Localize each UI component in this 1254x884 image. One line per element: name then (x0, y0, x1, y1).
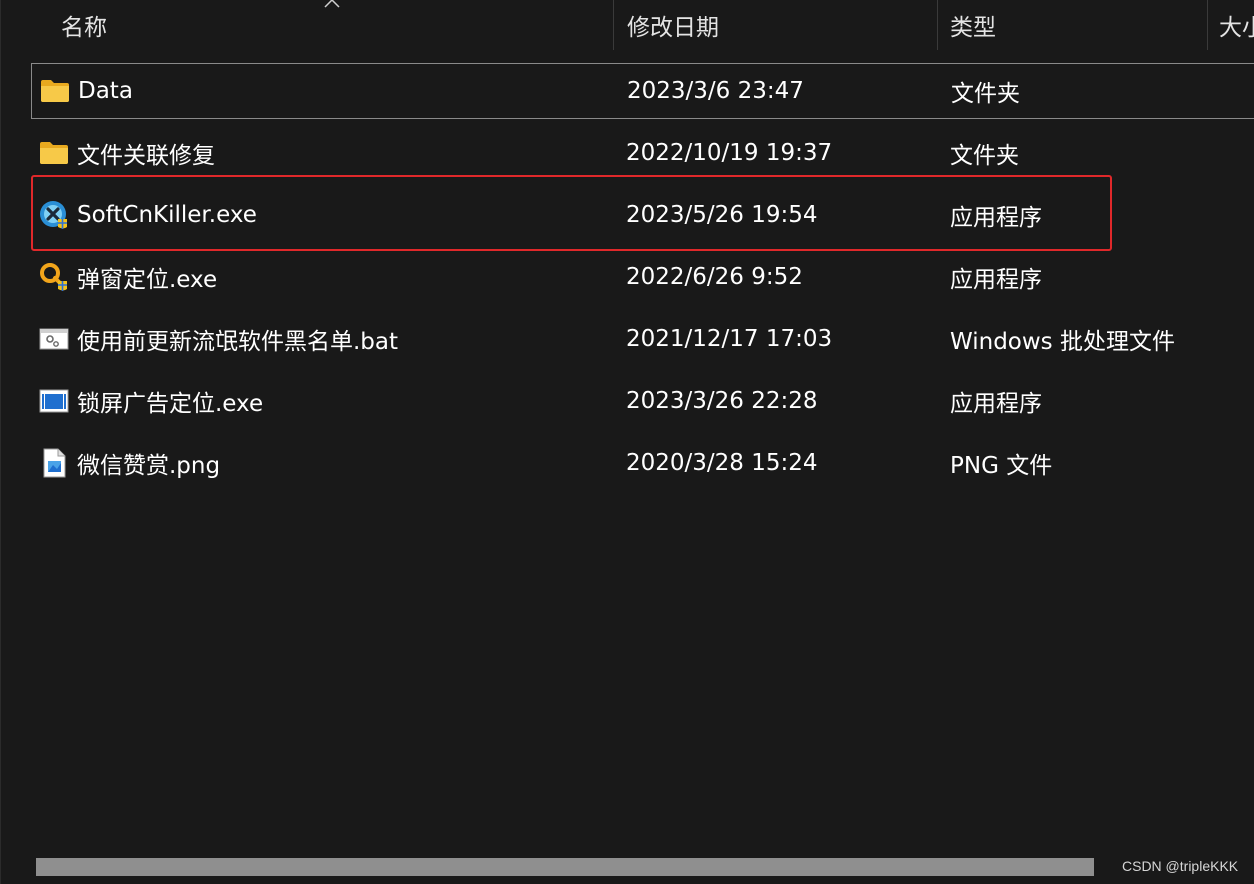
file-row-wechat-png[interactable]: 微信赞赏.png 2020/3/28 15:24 PNG 文件 (31, 435, 1254, 491)
file-name: 微信赞赏.png (77, 453, 221, 479)
file-row-data[interactable]: Data 2023/3/6 23:47 文件夹 (31, 63, 1254, 119)
folder-icon (40, 76, 70, 106)
softcnkiller-app-icon (39, 200, 69, 230)
file-type: PNG 文件 (950, 453, 1053, 479)
column-header-type[interactable]: 类型 (937, 0, 1207, 50)
column-header-name[interactable]: 名称 (1, 0, 613, 50)
file-modified-date: 2022/10/19 19:37 (626, 140, 833, 166)
file-explorer-window: 名称 修改日期 类型 大小 Data 2023/3/6 23:47 文件夹 (0, 0, 1254, 884)
file-row-softcnkiller[interactable]: SoftCnKiller.exe 2023/5/26 19:54 应用程序 (31, 187, 1254, 243)
file-name: SoftCnKiller.exe (77, 202, 257, 228)
file-name: Data (78, 78, 133, 104)
file-row-folder-repair[interactable]: 文件关联修复 2022/10/19 19:37 文件夹 (31, 125, 1254, 181)
file-modified-date: 2023/3/26 22:28 (626, 388, 818, 414)
file-modified-date: 2020/3/28 15:24 (626, 450, 818, 476)
file-name: 锁屏广告定位.exe (77, 391, 264, 417)
window-app-icon (39, 386, 69, 416)
file-row-update-blacklist-bat[interactable]: 使用前更新流氓软件黑名单.bat 2021/12/17 17:03 Window… (31, 311, 1254, 367)
file-name: 使用前更新流氓软件黑名单.bat (77, 329, 399, 355)
batch-file-icon (39, 324, 69, 354)
popup-locator-app-icon (39, 262, 69, 292)
file-name: 弹窗定位.exe (77, 267, 218, 293)
file-modified-date: 2023/5/26 19:54 (626, 202, 818, 228)
column-header-modified[interactable]: 修改日期 (613, 0, 937, 50)
folder-icon (39, 138, 69, 168)
file-modified-date: 2021/12/17 17:03 (626, 326, 833, 352)
png-file-icon (39, 448, 69, 478)
file-modified-date: 2023/3/6 23:47 (627, 78, 804, 104)
file-type: 文件夹 (951, 81, 1020, 107)
file-type: Windows 批处理文件 (950, 329, 1175, 355)
horizontal-scrollbar-thumb[interactable] (36, 858, 1094, 876)
csdn-watermark: CSDN @tripleKKK (1122, 858, 1239, 874)
file-type: 应用程序 (950, 205, 1042, 231)
file-row-lockscreen-ad-locator[interactable]: 锁屏广告定位.exe 2023/3/26 22:28 应用程序 (31, 373, 1254, 429)
column-header-bar: 名称 修改日期 类型 大小 (1, 0, 1254, 50)
file-name: 文件关联修复 (77, 143, 215, 169)
column-header-size[interactable]: 大小 (1207, 0, 1254, 50)
file-row-popup-locator[interactable]: 弹窗定位.exe 2022/6/26 9:52 应用程序 (31, 249, 1254, 305)
file-type: 文件夹 (950, 143, 1019, 169)
file-type: 应用程序 (950, 391, 1042, 417)
file-type: 应用程序 (950, 267, 1042, 293)
file-modified-date: 2022/6/26 9:52 (626, 264, 803, 290)
